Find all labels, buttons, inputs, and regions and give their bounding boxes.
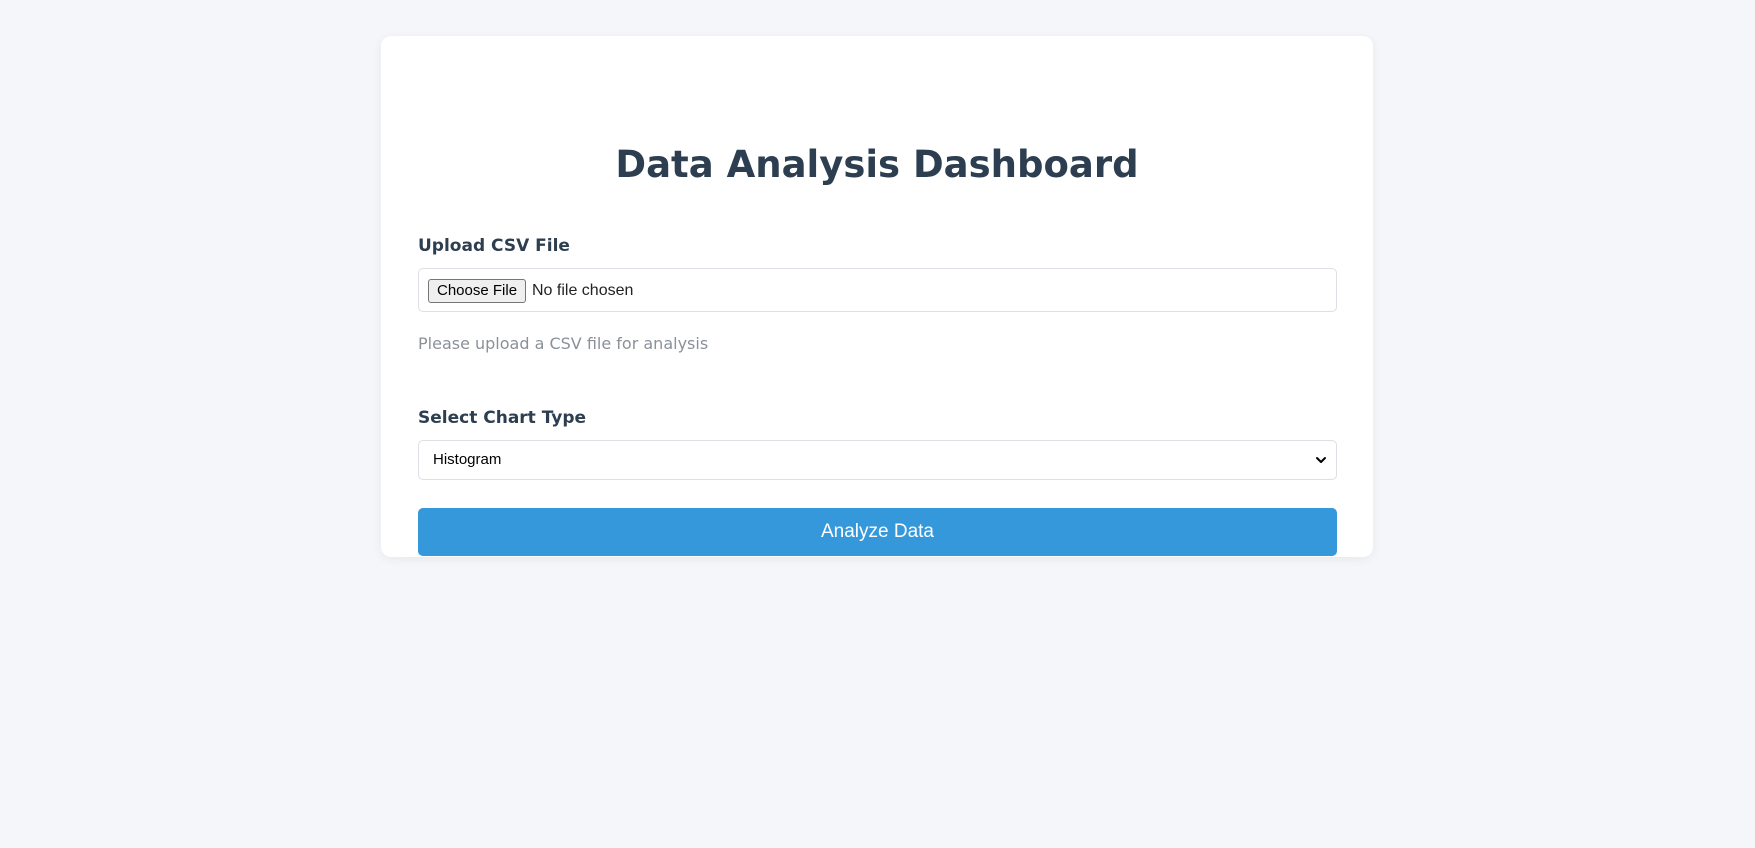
upload-label: Upload CSV File bbox=[418, 236, 570, 256]
choose-file-button[interactable]: Choose File bbox=[428, 279, 527, 303]
dashboard-card: Data Analysis Dashboard Upload CSV File … bbox=[381, 36, 1373, 557]
file-input[interactable]: Choose File No file chosen bbox=[418, 268, 1337, 312]
analyze-button[interactable]: Analyze Data bbox=[418, 508, 1337, 556]
chart-type-select[interactable]: Histogram bbox=[418, 440, 1337, 480]
upload-hint: Please upload a CSV file for analysis bbox=[418, 334, 709, 353]
chart-type-value: Histogram bbox=[433, 451, 502, 468]
file-status: No file chosen bbox=[532, 282, 634, 299]
chart-type-label: Select Chart Type bbox=[418, 408, 587, 428]
page-title: Data Analysis Dashboard bbox=[615, 143, 1139, 186]
chevron-down-icon bbox=[1316, 457, 1326, 463]
